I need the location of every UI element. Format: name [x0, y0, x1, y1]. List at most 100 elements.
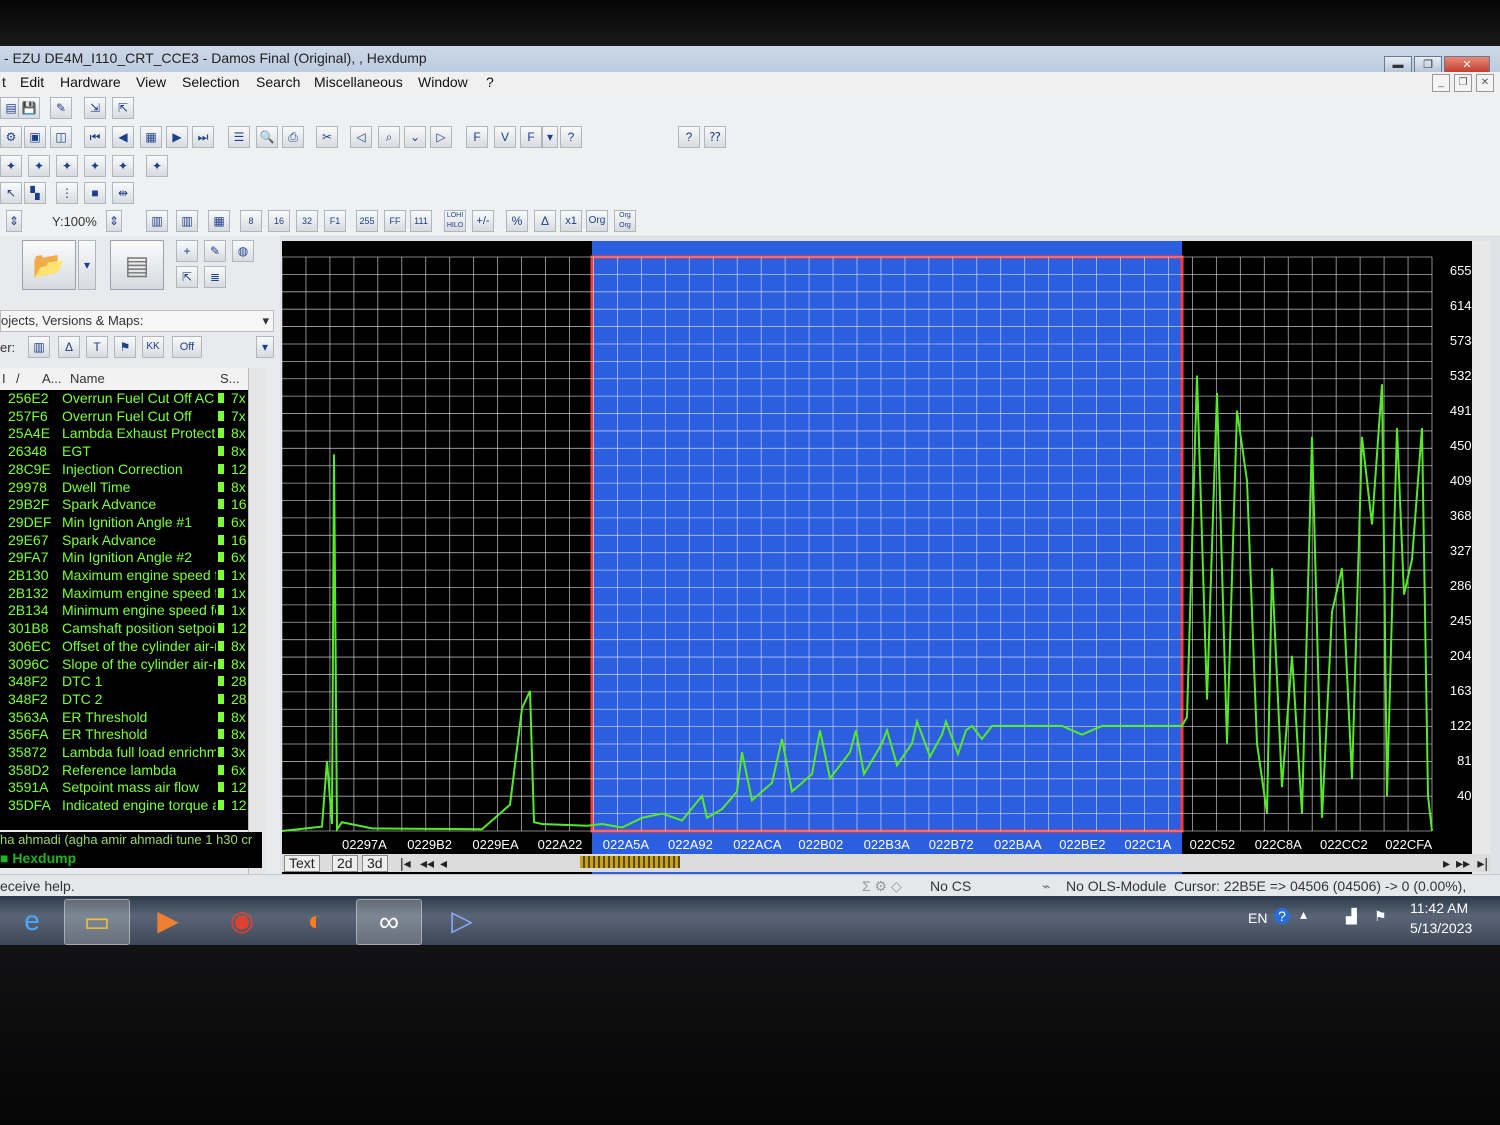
col-address[interactable]: A...	[42, 371, 62, 386]
tab-2d[interactable]: 2d	[332, 855, 358, 872]
scroll-prev-icon[interactable]: ◂	[440, 855, 447, 872]
8bit-button[interactable]: 8	[240, 210, 262, 232]
col-index[interactable]: I	[2, 371, 6, 386]
org-org-button[interactable]: Org Org	[614, 210, 636, 232]
map-row[interactable]: 257F6 Overrun Fuel Cut Off 7x	[0, 408, 248, 425]
col-name[interactable]: Name	[70, 371, 105, 386]
zoom-icon[interactable]: 🔍	[256, 126, 278, 148]
help-tray-icon[interactable]: ?	[1274, 908, 1290, 924]
firefox-icon[interactable]: ◐	[284, 899, 348, 943]
menu-view[interactable]: View	[136, 74, 166, 90]
tools-icon[interactable]: ✂	[316, 126, 338, 148]
text-view-icon[interactable]: ☰	[228, 126, 250, 148]
map-row[interactable]: 35872 Lambda full load enrichmer 3x	[0, 744, 248, 761]
window-icon[interactable]: ▣	[24, 126, 46, 148]
map-row[interactable]: 306EC Offset of the cylinder air-ma 8x	[0, 638, 248, 655]
hex-view-icon[interactable]: ▥	[146, 210, 168, 232]
menu-miscellaneous[interactable]: Miscellaneous	[314, 74, 403, 90]
chrome-icon[interactable]: ◉	[210, 899, 274, 943]
map-wand-icon[interactable]: ✎	[204, 240, 226, 262]
frame-icon[interactable]: F	[466, 126, 488, 148]
minimap-strip[interactable]	[580, 856, 680, 868]
pin5-icon[interactable]: ✦	[112, 155, 134, 177]
display-icon[interactable]: ■	[84, 182, 106, 204]
menu-search[interactable]: Search	[256, 74, 300, 90]
columns-icon[interactable]: ⋮	[56, 182, 78, 204]
menu-file[interactable]: t	[2, 74, 6, 90]
context-help-icon[interactable]: ⁇	[704, 126, 726, 148]
map-row[interactable]: 3591A Setpoint mass air flow 12	[0, 779, 248, 796]
filter-dropdown-icon[interactable]: ▾	[256, 336, 274, 358]
pin2-icon[interactable]: ✦	[28, 155, 50, 177]
map-row[interactable]: 301B8 Camshaft position setpoint 12	[0, 620, 248, 637]
help-icon[interactable]: ?	[678, 126, 700, 148]
scroll-first-icon[interactable]: |◂	[400, 855, 411, 872]
project-icon[interactable]: ▤	[110, 240, 164, 290]
map-row[interactable]: 29B2F Spark Advance 16	[0, 496, 248, 513]
save-icon[interactable]: 💾	[18, 97, 40, 119]
question-icon[interactable]: ?	[560, 126, 582, 148]
remote-app-icon[interactable]: ▷	[430, 899, 494, 943]
pin-icon[interactable]: ✦	[0, 155, 22, 177]
print-icon[interactable]: ⎙	[282, 126, 304, 148]
network-icon[interactable]: ▟	[1346, 908, 1357, 925]
mdi-close-button[interactable]: ✕	[1476, 74, 1494, 92]
tray-expand-icon[interactable]: ▴	[1300, 906, 1307, 923]
dec-view-icon[interactable]: ▥	[176, 210, 198, 232]
tab-text[interactable]: Text	[284, 855, 320, 872]
sign-button[interactable]: +/-	[472, 210, 494, 232]
y-stepper[interactable]: ⇕	[106, 210, 122, 232]
width-icon[interactable]: ⇹	[112, 182, 134, 204]
x1-button[interactable]: x1	[560, 210, 582, 232]
menu-window[interactable]: Window	[418, 74, 468, 90]
globe-icon[interactable]: ◍	[232, 240, 254, 262]
filter-kk-icon[interactable]: KK	[142, 336, 164, 358]
projects-combo[interactable]: ojects, Versions & Maps: ▾	[0, 310, 274, 332]
colors-icon[interactable]: ▚	[24, 182, 46, 204]
map-row[interactable]: 3096C Slope of the cylinder air-ma 8x	[0, 656, 248, 673]
map-row[interactable]: 2B134 Minimum engine speed for 1x	[0, 602, 248, 619]
scroll-prev-page-icon[interactable]: ◂◂	[420, 855, 434, 872]
internet-explorer-icon[interactable]: e	[0, 899, 64, 943]
map-row[interactable]: 356FA ER Threshold 8x	[0, 726, 248, 743]
map-row[interactable]: 3563A ER Threshold 8x	[0, 709, 248, 726]
clock-date[interactable]: 5/13/2023	[1410, 920, 1472, 936]
pin6-icon[interactable]: ✦	[146, 155, 168, 177]
value-111-button[interactable]: 111	[410, 210, 432, 232]
file-explorer-icon[interactable]: ▭	[64, 899, 130, 945]
chevron-down-icon[interactable]: ▾	[542, 126, 558, 148]
filter-text-icon[interactable]: T	[86, 336, 108, 358]
menu-help[interactable]: ?	[486, 74, 494, 90]
clock-time[interactable]: 11:42 AM	[1410, 900, 1468, 916]
menu-hardware[interactable]: Hardware	[60, 74, 121, 90]
filter-delta-icon[interactable]: Δ	[58, 336, 80, 358]
pin3-icon[interactable]: ✦	[56, 155, 78, 177]
delta-button[interactable]: Δ	[534, 210, 556, 232]
last-icon[interactable]: ⏭	[192, 126, 214, 148]
pin4-icon[interactable]: ✦	[84, 155, 106, 177]
map-row[interactable]: 358D2 Reference lambda 6x	[0, 762, 248, 779]
col-size[interactable]: S...	[220, 371, 240, 386]
map-row[interactable]: 25A4E Lambda Exhaust Protection 8x	[0, 425, 248, 442]
binoculars-icon[interactable]: ⌕	[378, 126, 400, 148]
search-down-icon[interactable]: ⌄	[404, 126, 426, 148]
scroll-next-icon[interactable]: ▸	[1443, 855, 1450, 872]
add-map-icon[interactable]: +	[176, 240, 198, 262]
flash-icon[interactable]: F	[520, 126, 542, 148]
32bit-button[interactable]: 32	[296, 210, 318, 232]
map-row[interactable]: 29FA7 Min Ignition Angle #2 6x	[0, 549, 248, 566]
settings-icon[interactable]: ⚙	[0, 126, 22, 148]
first-icon[interactable]: ⏮	[84, 126, 106, 148]
scroll-next-page-icon[interactable]: ▸▸	[1456, 855, 1470, 872]
map-row[interactable]: 29E67 Spark Advance 16	[0, 532, 248, 549]
menu-selection[interactable]: Selection	[182, 74, 240, 90]
scroll-last-icon[interactable]: ▸|	[1477, 855, 1488, 872]
float-button[interactable]: F1	[324, 210, 346, 232]
map-row[interactable]: 256E2 Overrun Fuel Cut Off AC Of 7x	[0, 390, 248, 407]
map-row[interactable]: 2B132 Maximum engine speed for 1x	[0, 585, 248, 602]
lohi-button[interactable]: LOHI HILO	[444, 210, 466, 232]
cursor-icon[interactable]: ↖	[0, 182, 22, 204]
winols-icon[interactable]: ∞	[356, 899, 422, 945]
import-icon[interactable]: ⇲	[84, 97, 106, 119]
wand-icon[interactable]: ✎	[50, 97, 72, 119]
